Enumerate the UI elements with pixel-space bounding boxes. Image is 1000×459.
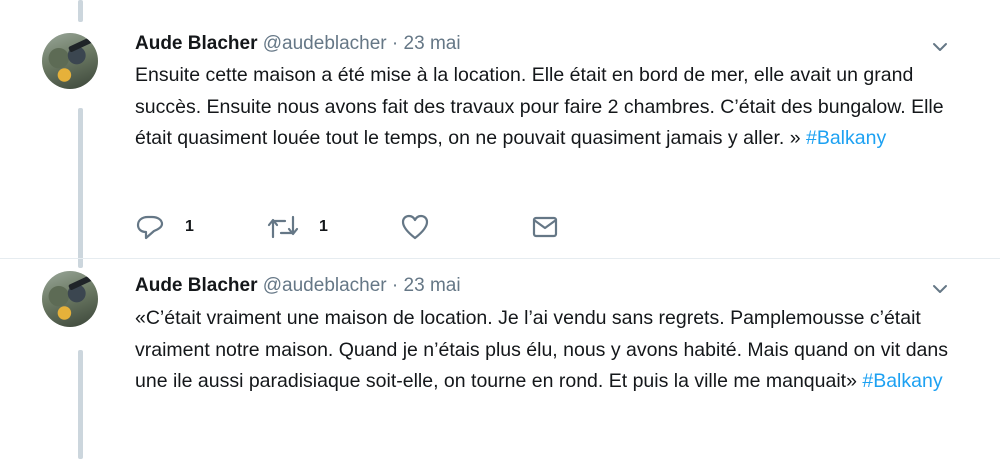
author-handle[interactable]: @audeblacher [263,33,387,54]
retweet-count: 1 [319,218,328,235]
tweet-header: Aude Blacher @audeblacher · 23 mai [135,274,461,298]
tweet-text: «C’était vraiment une maison de location… [135,303,965,398]
heart-icon [401,214,429,240]
author-name[interactable]: Aude Blacher [135,33,257,54]
author-name[interactable]: Aude Blacher [135,275,257,296]
tweet-header: Aude Blacher @audeblacher · 23 mai [135,32,461,56]
envelope-icon [532,216,558,238]
tweet-date[interactable]: 23 mai [404,33,461,54]
like-button[interactable] [400,212,430,242]
tweet-body: «C’était vraiment une maison de location… [135,307,948,392]
hashtag-link[interactable]: #Balkany [806,127,886,149]
avatar[interactable] [42,271,98,327]
chevron-down-icon[interactable] [930,279,950,299]
tweet-text: Ensuite cette maison a été mise à la loc… [135,60,965,155]
author-handle[interactable]: @audeblacher [263,275,387,296]
reply-icon [136,215,164,240]
retweet-button[interactable]: 1 [265,212,328,242]
tweet[interactable]: Aude Blacher @audeblacher · 23 mai Ensui… [0,0,1000,259]
separator-dot: · [391,275,399,296]
hashtag-link[interactable]: #Balkany [862,370,942,392]
chevron-down-icon[interactable] [930,37,950,57]
reply-count: 1 [185,218,194,235]
separator-dot: · [391,33,399,54]
tweet[interactable]: Aude Blacher @audeblacher · 23 mai «C’ét… [0,259,1000,459]
reply-button[interactable]: 1 [135,212,194,242]
avatar[interactable] [42,33,98,89]
direct-message-button[interactable] [531,212,559,242]
tweet-date[interactable]: 23 mai [404,275,461,296]
retweet-icon [267,215,299,239]
